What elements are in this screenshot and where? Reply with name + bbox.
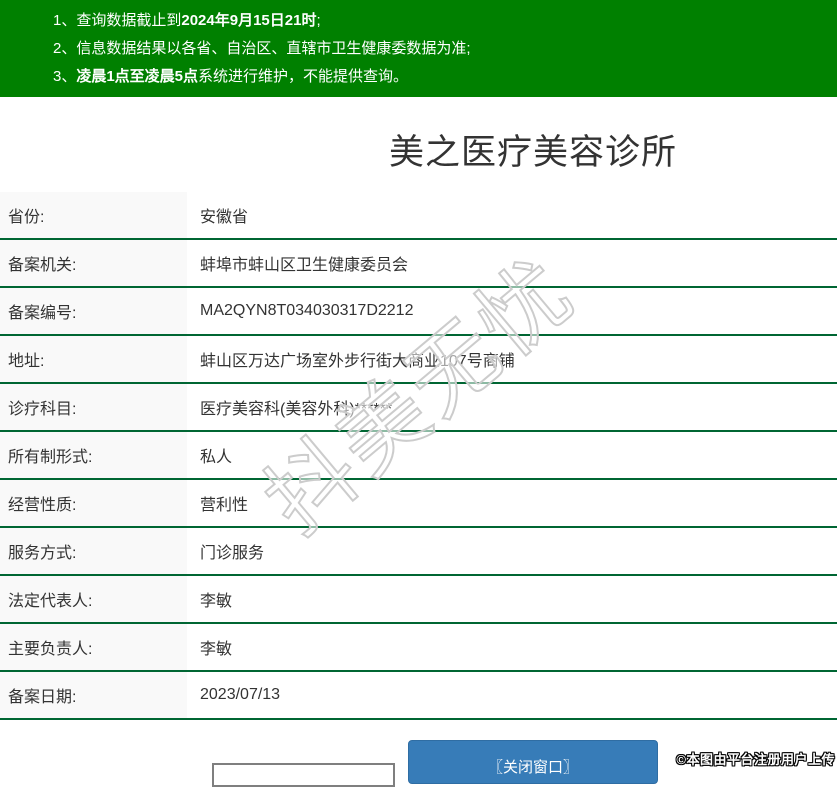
row-label: 诊疗科目: (0, 384, 187, 430)
row-value: 医疗美容科(美容外科)****** (187, 395, 392, 419)
row-label: 备案日期: (0, 672, 187, 718)
table-row-registration-date: 备案日期: 2023/07/13 (0, 672, 837, 720)
notice-text: 信息数据结果以各省、自治区、直辖市卫生健康委数据为准; (76, 40, 470, 57)
table-row-business-nature: 经营性质: 营利性 (0, 480, 837, 528)
page: 1、查询数据截止到2024年9月15日21时; 2、信息数据结果以各省、自治区、… (0, 0, 837, 784)
notice-line-3: 3、凌晨1点至凌晨5点系统进行维护，不能提供查询。 (0, 63, 837, 91)
row-label: 法定代表人: (0, 576, 187, 622)
table-row-address: 地址: 蚌山区万达广场室外步行街大商业107号商铺 (0, 336, 837, 384)
bottom-input[interactable] (212, 763, 395, 787)
table-row-registration-number: 备案编号: MA2QYN8T034030317D2212 (0, 288, 837, 336)
table-row-treatment-subjects: 诊疗科目: 医疗美容科(美容外科)****** (0, 384, 837, 432)
table-row-service-mode: 服务方式: 门诊服务 (0, 528, 837, 576)
row-label: 地址: (0, 336, 187, 382)
notice-bar: 1、查询数据截止到2024年9月15日21时; 2、信息数据结果以各省、自治区、… (0, 0, 837, 97)
row-value: 门诊服务 (187, 539, 264, 563)
notice-text: 查询数据截止到 (76, 12, 181, 29)
page-title: 美之医疗美容诊所 (0, 97, 837, 192)
row-label: 经营性质: (0, 480, 187, 526)
row-value: 蚌山区万达广场室外步行街大商业107号商铺 (187, 347, 515, 371)
notice-bold-text: 凌晨1点至凌晨5点 (76, 68, 198, 85)
row-value: 蚌埠市蚌山区卫生健康委员会 (187, 251, 408, 275)
close-window-button[interactable]: 〖关闭窗口〗 (408, 740, 658, 784)
notice-number: 1、 (53, 12, 76, 29)
credit-stamp: ©本图由平台注册用户上传 (676, 749, 835, 768)
row-value: 李敏 (187, 635, 232, 659)
table-row-province: 省份: 安徽省 (0, 192, 837, 240)
table-row-legal-representative: 法定代表人: 李敏 (0, 576, 837, 624)
row-label: 所有制形式: (0, 432, 187, 478)
row-value: 李敏 (187, 587, 232, 611)
row-label: 备案编号: (0, 288, 187, 334)
table-row-principal-person: 主要负责人: 李敏 (0, 624, 837, 672)
row-value: 营利性 (187, 491, 248, 515)
row-value: MA2QYN8T034030317D2212 (187, 302, 413, 320)
row-value: 安徽省 (187, 203, 248, 227)
notice-bold-text: 2024年9月15日21时 (181, 12, 316, 29)
notice-number: 2、 (53, 40, 76, 57)
row-value: 私人 (187, 443, 232, 467)
notice-line-1: 1、查询数据截止到2024年9月15日21时; (0, 7, 837, 35)
clinic-info-table: 省份: 安徽省 备案机关: 蚌埠市蚌山区卫生健康委员会 备案编号: MA2QYN… (0, 192, 837, 720)
row-label: 备案机关: (0, 240, 187, 286)
notice-line-2: 2、信息数据结果以各省、自治区、直辖市卫生健康委数据为准; (0, 35, 837, 63)
notice-text: ; (316, 12, 320, 29)
row-label: 省份: (0, 192, 187, 238)
notice-text: 系统进行维护，不能提供查询。 (198, 68, 408, 85)
row-label: 服务方式: (0, 528, 187, 574)
table-row-ownership-form: 所有制形式: 私人 (0, 432, 837, 480)
table-row-registration-authority: 备案机关: 蚌埠市蚌山区卫生健康委员会 (0, 240, 837, 288)
row-label: 主要负责人: (0, 624, 187, 670)
row-value: 2023/07/13 (187, 686, 280, 704)
notice-number: 3、 (53, 68, 76, 85)
